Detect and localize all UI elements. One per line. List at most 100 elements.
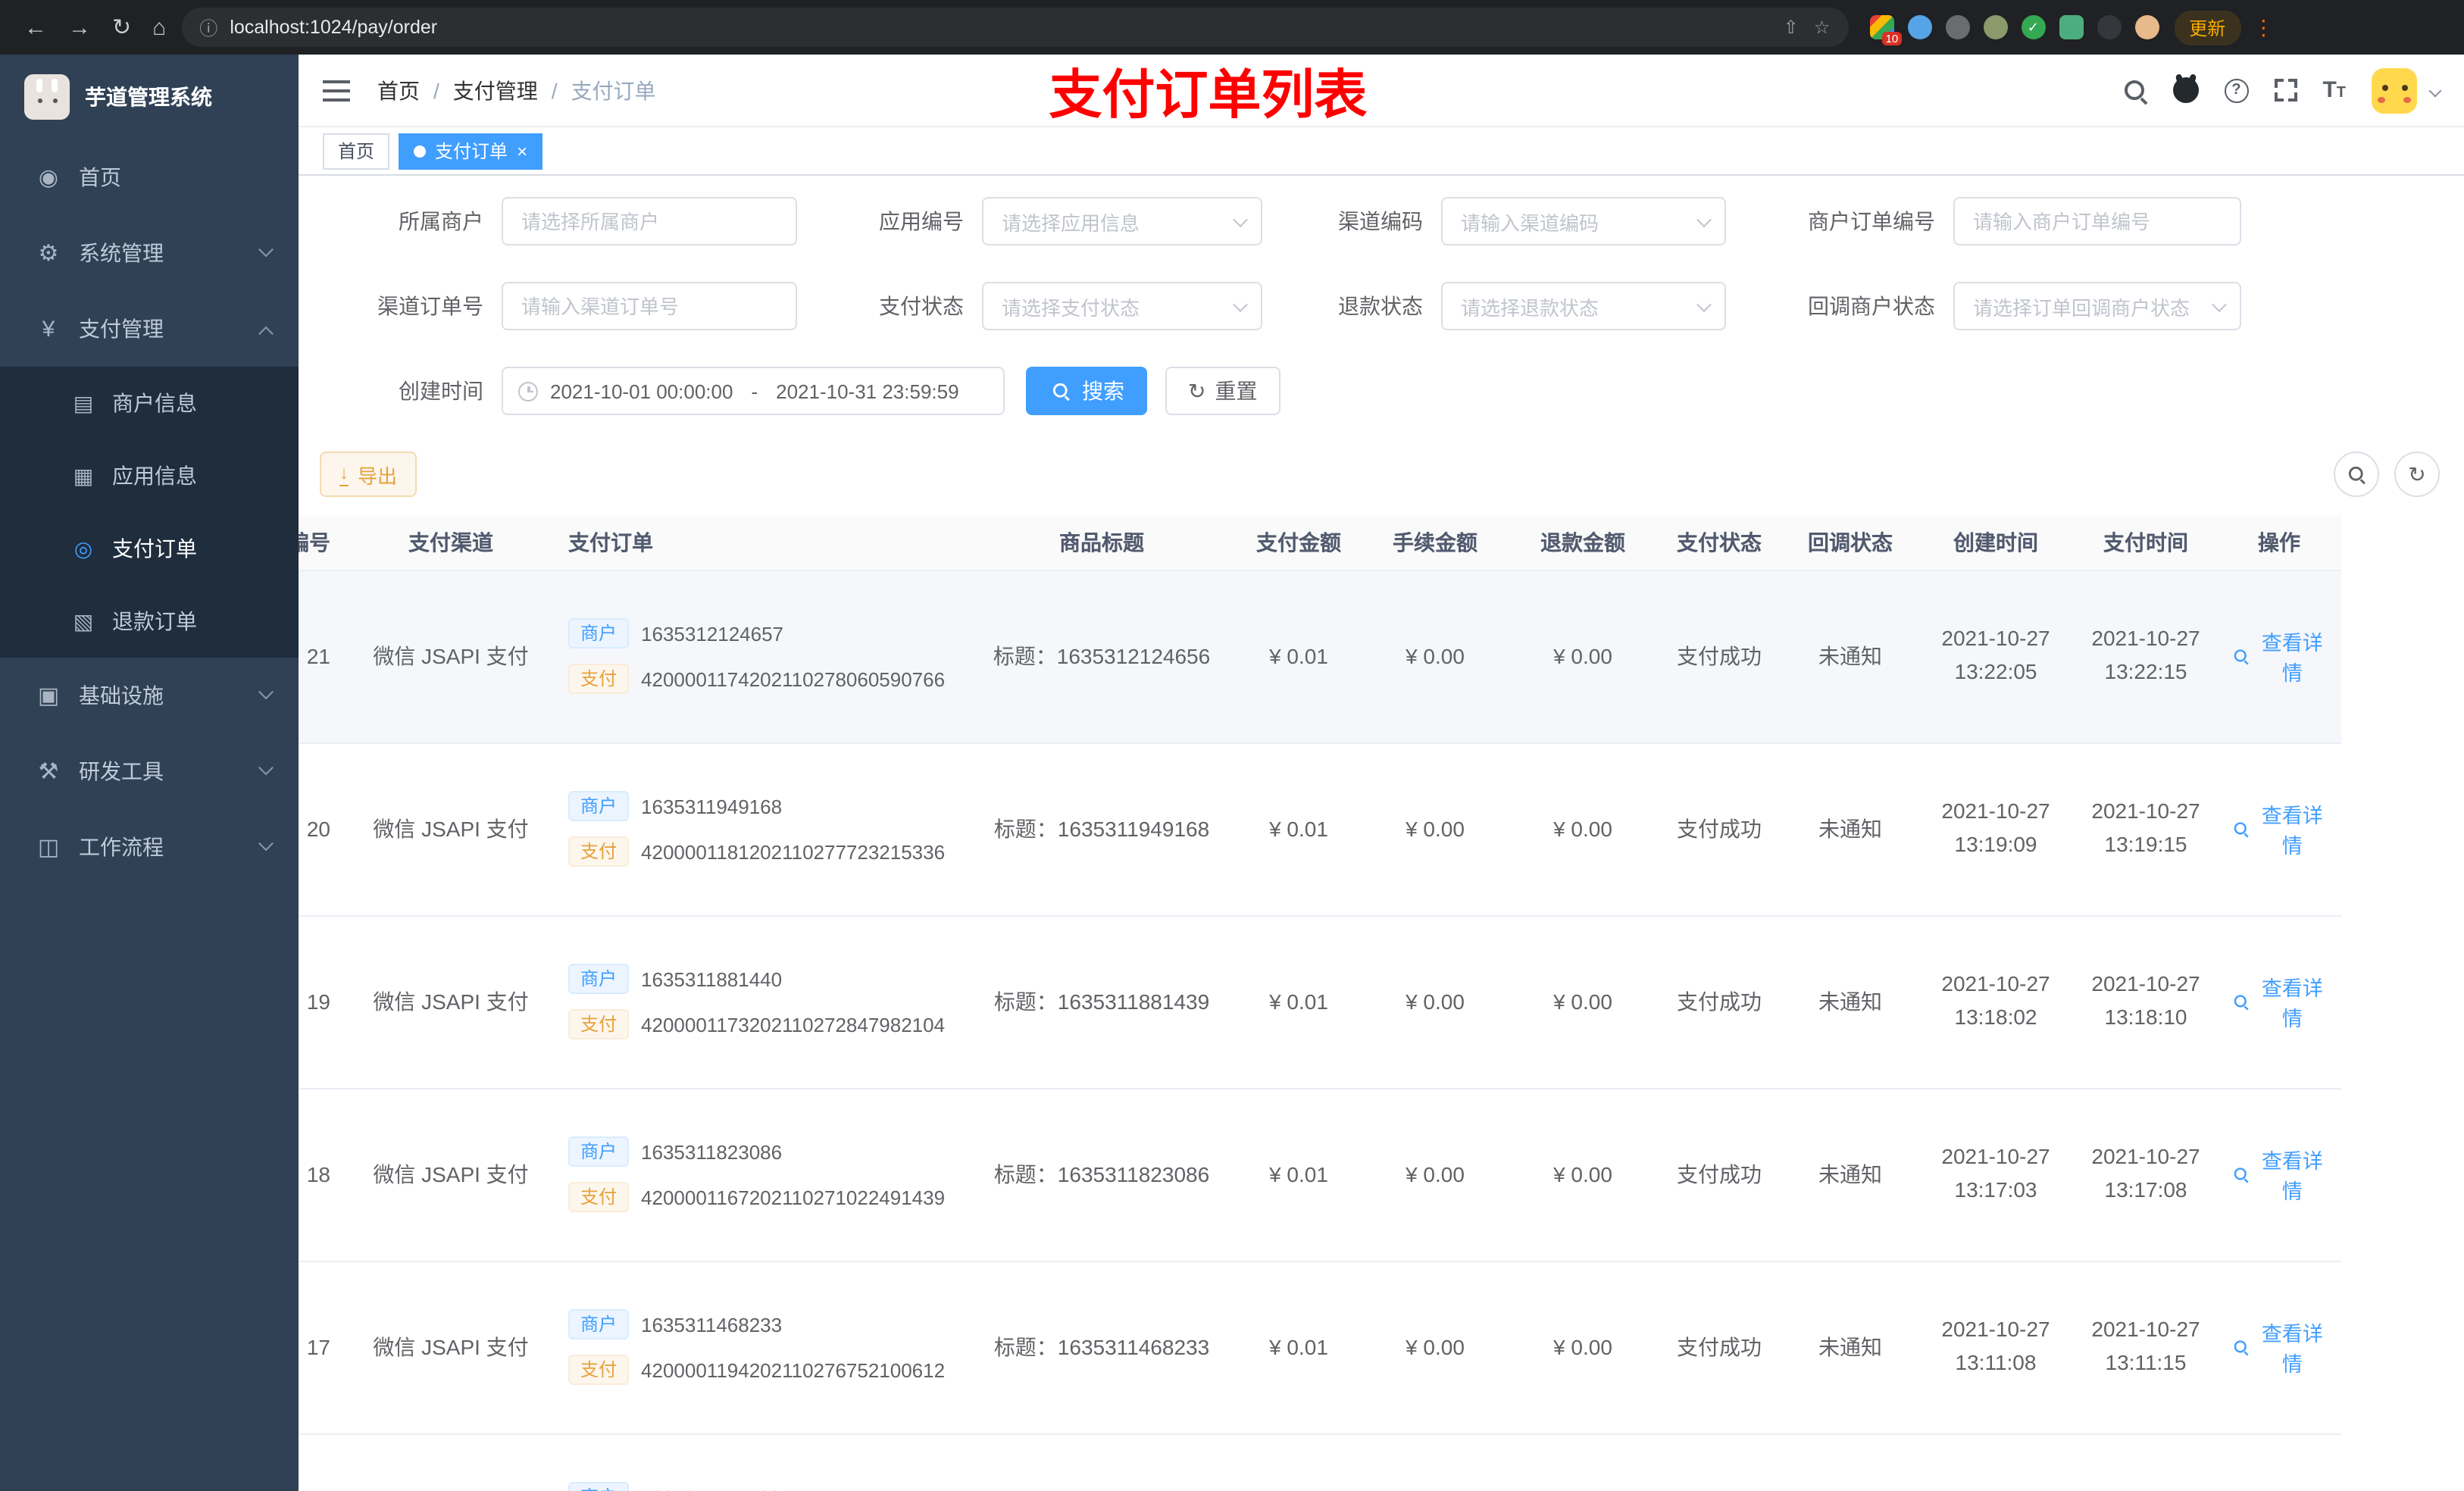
export-button[interactable]: ↓ 导出 bbox=[320, 452, 417, 497]
channel-code-select[interactable]: 请输入渠道编码 bbox=[1441, 197, 1726, 245]
view-detail-link[interactable]: 查看详情 bbox=[2229, 1144, 2329, 1205]
sidebar-item-home[interactable]: ◉ 首页 bbox=[0, 139, 299, 215]
extension-tray: 10 ✓ bbox=[1869, 15, 2159, 45]
filter-label: 回调商户状态 bbox=[1808, 294, 1935, 318]
refresh-icon: ↻ bbox=[2408, 462, 2426, 486]
breadcrumb-pay-mgmt[interactable]: 支付管理 bbox=[453, 75, 538, 105]
sidebar-item-infra[interactable]: ▣ 基础设施 bbox=[0, 658, 299, 733]
merchant-order-no-input[interactable] bbox=[1953, 197, 2241, 245]
sidebar-item-app-info[interactable]: ▦ 应用信息 bbox=[0, 439, 299, 512]
app-select[interactable]: 请选择应用信息 bbox=[982, 197, 1262, 245]
sidebar-item-merchant-info[interactable]: ▤ 商户信息 bbox=[0, 367, 299, 439]
extension-icon[interactable] bbox=[1945, 15, 1970, 39]
chevron-down-icon[interactable] bbox=[2428, 83, 2442, 97]
bookmark-star-icon[interactable]: ☆ bbox=[1814, 17, 1831, 38]
help-icon[interactable]: ? bbox=[2224, 78, 2249, 102]
pay-status-select[interactable]: 请选择支付状态 bbox=[982, 282, 1262, 330]
merchant-tag: 商户 bbox=[568, 791, 630, 821]
toggle-search-button[interactable] bbox=[2334, 452, 2379, 497]
filter-label: 退款状态 bbox=[1338, 294, 1423, 318]
search-icon bbox=[2233, 1339, 2247, 1355]
notify-status-select[interactable]: 请选择订单回调商户状态 bbox=[1953, 282, 2241, 330]
reload-icon[interactable]: ↻ bbox=[112, 16, 131, 39]
product-title bbox=[965, 1433, 1238, 1491]
fee-amount: ¥ 0.00 bbox=[1359, 570, 1511, 743]
view-detail-link[interactable]: 查看详情 bbox=[2229, 626, 2329, 686]
sidebar-toggle-icon[interactable] bbox=[323, 89, 350, 92]
pay-tag: 支付 bbox=[568, 836, 630, 867]
view-detail-link[interactable]: 查看详情 bbox=[2229, 971, 2329, 1032]
browser-update-button[interactable]: 更新 bbox=[2174, 10, 2241, 45]
chevron-down-icon bbox=[1233, 211, 1248, 227]
search-button[interactable]: 搜索 bbox=[1026, 367, 1147, 415]
extension-icon[interactable] bbox=[1983, 15, 2008, 39]
chevron-up-icon bbox=[258, 325, 274, 341]
order-id: 17 bbox=[299, 1261, 349, 1434]
notify-status bbox=[1784, 1433, 1917, 1491]
close-icon[interactable]: × bbox=[517, 142, 527, 160]
filter-label: 渠道订单号 bbox=[377, 294, 483, 318]
search-icon[interactable] bbox=[2122, 78, 2147, 102]
extension-icon[interactable]: 10 bbox=[1869, 15, 1902, 45]
sidebar-item-payment[interactable]: ¥ 支付管理 bbox=[0, 291, 299, 367]
home-icon[interactable]: ⌂ bbox=[152, 16, 166, 39]
fullscreen-icon[interactable] bbox=[2274, 79, 2297, 102]
pay-amount: ¥ 0.01 bbox=[1238, 1088, 1359, 1261]
pay-amount: ¥ 0.01 bbox=[1238, 570, 1359, 743]
fee-amount bbox=[1359, 1433, 1511, 1491]
github-icon[interactable] bbox=[2172, 77, 2199, 103]
extension-icon[interactable] bbox=[2097, 15, 2122, 39]
filter-label: 创建时间 bbox=[399, 379, 483, 403]
breadcrumb-home[interactable]: 首页 bbox=[377, 75, 420, 105]
sidebar-item-devtools[interactable]: ⚒ 研发工具 bbox=[0, 733, 299, 809]
sidebar-item-pay-order[interactable]: ◎ 支付订单 bbox=[0, 512, 299, 585]
create-time-range-picker[interactable]: 2021-10-01 00:00:00 - 2021-10-31 23:59:5… bbox=[502, 367, 1005, 415]
sidebar-item-system[interactable]: ⚙ 系统管理 bbox=[0, 215, 299, 291]
table-toolbar: ↓ 导出 ↻ bbox=[320, 452, 2440, 497]
site-info-icon[interactable]: ⓘ bbox=[199, 14, 217, 40]
table-row: 19 微信 JSAPI 支付 商户 1635311881440 支付 4200001… bbox=[299, 915, 2341, 1089]
col-header-notify: 回调状态 bbox=[1784, 515, 1917, 570]
back-icon[interactable]: ← bbox=[24, 16, 47, 39]
extension-icon[interactable] bbox=[2059, 15, 2084, 39]
pay-tag: 支付 bbox=[568, 1355, 630, 1385]
tab-home[interactable]: 首页 bbox=[323, 133, 390, 169]
browser-menu-icon[interactable]: ⋮ bbox=[2253, 14, 2274, 40]
font-size-icon[interactable]: TT bbox=[2322, 79, 2346, 102]
pay-channel: 微信 JSAPI 支付 bbox=[349, 742, 553, 916]
yen-icon: ¥ bbox=[42, 316, 55, 342]
sidebar-item-refund-order[interactable]: ▧ 退款订单 bbox=[0, 585, 299, 658]
extension-icon[interactable]: ✓ bbox=[2021, 15, 2046, 39]
extension-icon[interactable] bbox=[1907, 15, 1932, 39]
refund-status-select[interactable]: 请选择退款状态 bbox=[1441, 282, 1726, 330]
address-bar[interactable]: ⓘ localhost:1024/pay/order ⇧ ☆ bbox=[181, 8, 1849, 47]
orders-table: 编号 支付渠道 支付订单 商品标题 支付金额 手续金额 退款金额 支付状态 回调… bbox=[299, 515, 2464, 1491]
col-header-paid: 支付时间 bbox=[2075, 515, 2217, 570]
view-detail-link[interactable]: 查看详情 bbox=[2229, 1317, 2329, 1377]
monitor-icon: ▣ bbox=[37, 683, 60, 709]
product-title: 标题：1635311881439 bbox=[965, 915, 1238, 1089]
refresh-button[interactable]: ↻ bbox=[2394, 452, 2440, 497]
user-avatar[interactable] bbox=[2372, 67, 2417, 113]
fee-amount: ¥ 0.00 bbox=[1359, 915, 1511, 1089]
product-title: 标题：1635312124656 bbox=[965, 570, 1238, 743]
view-detail-link[interactable]: 查看详情 bbox=[2229, 799, 2329, 859]
profile-avatar-icon[interactable] bbox=[2134, 15, 2159, 39]
logo-bar: 芋道管理系统 bbox=[0, 55, 299, 139]
page-title-annotation: 支付订单列表 bbox=[1049, 65, 1368, 124]
content: 所属商户 应用编号 请选择应用信息 渠道编码 请输入渠道编码 商户订单编号 bbox=[299, 176, 2464, 1491]
sidebar: 芋道管理系统 ◉ 首页 ⚙ 系统管理 ¥ 支付管理 ▤ 商户信息 ▦ 应用信息 … bbox=[0, 55, 299, 1491]
chevron-down-icon bbox=[258, 759, 274, 775]
share-icon[interactable]: ⇧ bbox=[1784, 17, 1799, 38]
refund-amount: ¥ 0.00 bbox=[1511, 570, 1655, 743]
reset-button[interactable]: ↻ 重置 bbox=[1165, 367, 1280, 415]
channel-order-no-input[interactable] bbox=[502, 282, 797, 330]
tab-pay-order[interactable]: 支付订单 × bbox=[399, 133, 543, 169]
merchant-input[interactable] bbox=[502, 197, 797, 245]
forward-icon[interactable]: → bbox=[68, 16, 91, 39]
search-icon bbox=[2233, 649, 2247, 664]
merchant-tag: 商户 bbox=[568, 964, 630, 994]
sidebar-item-workflow[interactable]: ◫ 工作流程 bbox=[0, 809, 299, 885]
paid-at: 2021-10-27 13:18:10 bbox=[2075, 915, 2217, 1089]
filter-row: 创建时间 2021-10-01 00:00:00 - 2021-10-31 23… bbox=[320, 367, 2440, 415]
